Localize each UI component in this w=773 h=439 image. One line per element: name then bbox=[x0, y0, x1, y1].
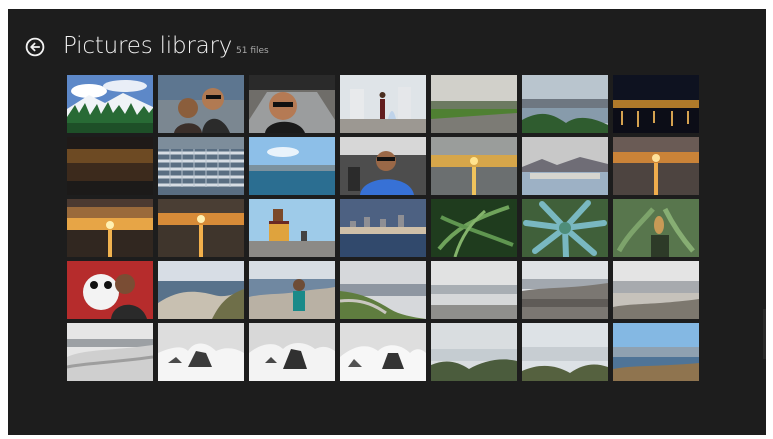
photo-tile-29[interactable] bbox=[67, 323, 153, 381]
sunset-sea-photo bbox=[431, 137, 517, 195]
page-header: Pictures library 51 files bbox=[8, 9, 766, 69]
file-count: 51 files bbox=[236, 46, 269, 56]
photo-tile-17[interactable] bbox=[249, 199, 335, 257]
photo-tile-9[interactable] bbox=[158, 137, 244, 195]
golden-sunset-photo bbox=[158, 199, 244, 257]
photo-tile-16[interactable] bbox=[158, 199, 244, 257]
photo-tile-21[interactable] bbox=[613, 199, 699, 257]
photo-tile-2[interactable] bbox=[158, 75, 244, 133]
white-surf-photo bbox=[67, 323, 153, 381]
photo-tile-20[interactable] bbox=[522, 199, 608, 257]
photo-tile-33[interactable] bbox=[431, 323, 517, 381]
hazy-headland-photo bbox=[522, 323, 608, 381]
car-selfie-photo bbox=[249, 75, 335, 133]
beach-portrait-photo bbox=[249, 261, 335, 319]
fountain-person-photo bbox=[340, 75, 426, 133]
photo-tile-4[interactable] bbox=[340, 75, 426, 133]
photo-tile-12[interactable] bbox=[431, 137, 517, 195]
pebble-shore-photo bbox=[522, 261, 608, 319]
bay-city-photo bbox=[522, 75, 608, 133]
scroll-edge-indicator bbox=[763, 309, 766, 359]
city-dusk-photo bbox=[340, 199, 426, 257]
photo-tile-7[interactable] bbox=[613, 75, 699, 133]
green-cliff-sea-photo bbox=[340, 261, 426, 319]
misty-hills-photo bbox=[431, 323, 517, 381]
back-button[interactable] bbox=[25, 37, 45, 57]
photo-tile-8[interactable] bbox=[67, 137, 153, 195]
harbor-town-photo bbox=[522, 137, 608, 195]
dusk-sea-photo bbox=[67, 137, 153, 195]
fern-leaves-photo bbox=[431, 199, 517, 257]
orange-sunset-photo bbox=[613, 137, 699, 195]
grey-shoreline-photo bbox=[613, 261, 699, 319]
photo-tile-22[interactable] bbox=[67, 261, 153, 319]
panda-hug-photo bbox=[67, 261, 153, 319]
green-field-photo bbox=[431, 75, 517, 133]
lighthouse-photo bbox=[249, 199, 335, 257]
photo-tile-23[interactable] bbox=[158, 261, 244, 319]
rock-waves-photo bbox=[158, 323, 244, 381]
photo-tile-32[interactable] bbox=[340, 323, 426, 381]
marina-boats-photo bbox=[158, 137, 244, 195]
photo-tile-5[interactable] bbox=[431, 75, 517, 133]
couple-selfie-photo bbox=[158, 75, 244, 133]
photo-tile-24[interactable] bbox=[249, 261, 335, 319]
photo-tile-28[interactable] bbox=[613, 261, 699, 319]
crashing-wave-photo bbox=[340, 323, 426, 381]
cloudy-sunset-photo bbox=[67, 199, 153, 257]
coastal-cliffs-photo bbox=[158, 261, 244, 319]
plant-bird-photo bbox=[613, 199, 699, 257]
photo-tile-25[interactable] bbox=[340, 261, 426, 319]
mountain-forest-photo bbox=[67, 75, 153, 133]
photo-tile-35[interactable] bbox=[613, 323, 699, 381]
photo-grid bbox=[67, 75, 701, 383]
photo-tile-13[interactable] bbox=[522, 137, 608, 195]
photo-tile-18[interactable] bbox=[340, 199, 426, 257]
photo-tile-1[interactable] bbox=[67, 75, 153, 133]
photo-tile-19[interactable] bbox=[431, 199, 517, 257]
photo-tile-10[interactable] bbox=[249, 137, 335, 195]
photo-tile-6[interactable] bbox=[522, 75, 608, 133]
photo-tile-26[interactable] bbox=[431, 261, 517, 319]
photo-tile-15[interactable] bbox=[67, 199, 153, 257]
photo-tile-3[interactable] bbox=[249, 75, 335, 133]
succulent-photo bbox=[522, 199, 608, 257]
photo-tile-14[interactable] bbox=[613, 137, 699, 195]
foggy-beach-photo bbox=[431, 261, 517, 319]
back-arrow-icon bbox=[25, 37, 45, 57]
photo-tile-30[interactable] bbox=[158, 323, 244, 381]
photo-tile-34[interactable] bbox=[522, 323, 608, 381]
photo-tile-11[interactable] bbox=[340, 137, 426, 195]
blue-bay-photo bbox=[613, 323, 699, 381]
calm-bay-photo bbox=[249, 137, 335, 195]
page-title: Pictures library bbox=[63, 33, 233, 59]
pictures-library-screen: Pictures library 51 files bbox=[8, 9, 766, 435]
blue-jacket-selfie-photo bbox=[340, 137, 426, 195]
photo-tile-27[interactable] bbox=[522, 261, 608, 319]
rock-splash-photo bbox=[249, 323, 335, 381]
photo-tile-31[interactable] bbox=[249, 323, 335, 381]
night-skyline-photo bbox=[613, 75, 699, 133]
